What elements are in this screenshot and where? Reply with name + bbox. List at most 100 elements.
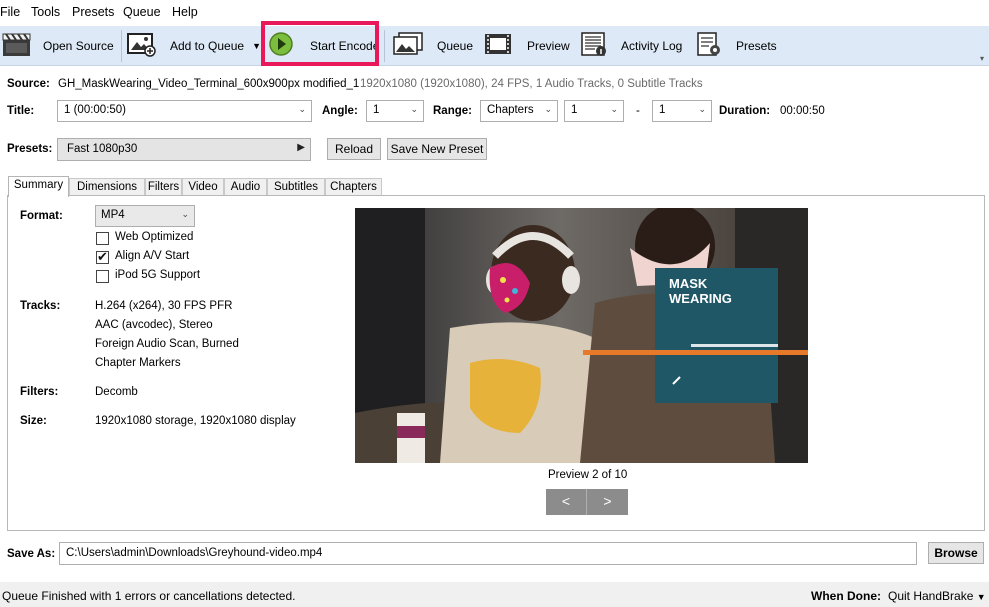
save-new-preset-button[interactable]: Save New Preset (387, 138, 487, 160)
align-av-checkbox[interactable] (96, 249, 109, 265)
source-name: GH_MaskWearing_Video_Terminal_600x900px … (58, 78, 360, 90)
tab-summary[interactable]: Summary (8, 176, 69, 197)
chevron-down-icon: ⌄ (410, 104, 418, 114)
menu-queue[interactable]: Queue (123, 5, 161, 19)
track-item: AAC (avcodec), Stereo (95, 319, 213, 331)
size-value: 1920x1080 storage, 1920x1080 display (95, 415, 296, 427)
dropdown-arrow-icon: ▼ (976, 592, 986, 602)
presets-row-label: Presets: (7, 143, 53, 155)
preset-selector[interactable]: Fast 1080p30 ▶ (57, 138, 311, 161)
chevron-down-icon: ⌄ (544, 104, 552, 114)
tab-audio[interactable]: Audio (224, 178, 267, 196)
web-optimized-checkbox[interactable] (96, 232, 109, 245)
add-to-queue-label: Add to Queue (170, 38, 245, 53)
menu-help[interactable]: Help (172, 5, 198, 19)
overlay-text-line1: MASK (669, 276, 708, 291)
angle-select[interactable]: 1 ⌄ (366, 100, 424, 122)
range-start-value: 1 (571, 104, 578, 116)
chevron-down-icon: ⌄ (610, 104, 618, 114)
toolbar-overflow-icon[interactable]: ▾ (980, 54, 984, 63)
save-as-label: Save As: (7, 548, 56, 560)
preview-caption: Preview 2 of 10 (548, 469, 628, 481)
ipod-label: iPod 5G Support (115, 269, 201, 281)
title-select-value: 1 (00:00:50) (64, 104, 127, 116)
angle-select-value: 1 (373, 104, 380, 116)
angle-label: Angle: (322, 105, 358, 117)
add-to-queue-button[interactable]: Add to Queue ▼ (126, 26, 261, 65)
chevron-down-icon: ⌄ (298, 104, 306, 114)
source-info: 1920x1080 (1920x1080), 24 FPS, 1 Audio T… (360, 78, 703, 90)
preset-selected-value: Fast 1080p30 (67, 143, 138, 155)
track-item: Foreign Audio Scan, Burned (95, 338, 239, 350)
queue-label: Queue (437, 38, 474, 53)
preview-label: Preview (527, 38, 570, 53)
preview-button[interactable]: Preview (484, 26, 572, 65)
chevron-right-icon: ▶ (297, 142, 305, 153)
duration-value: 00:00:50 (780, 105, 825, 117)
range-dash: - (636, 105, 640, 117)
chevron-down-icon: ⌄ (698, 104, 706, 114)
format-select[interactable]: MP4 ⌄ (95, 205, 195, 227)
track-item: H.264 (x264), 30 FPS PFR (95, 300, 233, 312)
log-document-icon (580, 31, 608, 60)
tab-video[interactable]: Video (182, 178, 224, 196)
presets-button[interactable]: Presets (695, 26, 780, 65)
source-label: Source: (7, 78, 50, 90)
add-image-icon (126, 31, 156, 60)
presets-document-icon (695, 31, 723, 60)
save-as-path-input[interactable]: C:\Users\admin\Downloads\Greyhound-video… (59, 542, 917, 565)
reload-button[interactable]: Reload (327, 138, 381, 160)
dropdown-arrow-icon[interactable]: ▼ (252, 41, 261, 51)
preview-next-button[interactable]: > (587, 489, 628, 515)
menu-presets[interactable]: Presets (72, 5, 114, 19)
chevron-down-icon: ⌄ (181, 209, 189, 219)
save-as-path-value: C:\Users\admin\Downloads\Greyhound-video… (66, 547, 323, 559)
tab-filters[interactable]: Filters (145, 178, 182, 196)
range-end-select[interactable]: 1 ⌄ (652, 100, 712, 122)
start-encode-highlight (261, 21, 379, 66)
menu-tools[interactable]: Tools (31, 5, 60, 19)
range-end-value: 1 (659, 104, 666, 116)
status-message: Queue Finished with 1 errors or cancella… (2, 589, 296, 603)
tab-subtitles[interactable]: Subtitles (267, 178, 325, 196)
format-label: Format: (20, 210, 63, 222)
toolbar: Open Source Add to Queue ▼ Start Encode (0, 21, 989, 66)
when-done-label: When Done: (811, 589, 881, 603)
range-start-select[interactable]: 1 ⌄ (564, 100, 624, 122)
activity-log-button[interactable]: Activity Log (580, 26, 688, 65)
tab-dimensions[interactable]: Dimensions (69, 178, 145, 196)
menu-bar: File Tools Presets Queue Help (0, 0, 989, 26)
menu-file[interactable]: File (0, 5, 20, 19)
title-select[interactable]: 1 (00:00:50) ⌄ (57, 100, 312, 122)
toolbar-separator (384, 30, 385, 62)
duration-label: Duration: (719, 105, 771, 117)
tracks-label: Tracks: (20, 300, 61, 312)
queue-button[interactable]: Queue (392, 26, 477, 65)
film-icon (484, 31, 512, 60)
overlay-text-line2: WEARING (669, 291, 732, 306)
track-item: Chapter Markers (95, 357, 181, 369)
web-optimized-label: Web Optimized (115, 231, 194, 243)
title-label: Title: (7, 105, 35, 117)
ipod-checkbox[interactable] (96, 270, 109, 283)
align-av-label: Align A/V Start (115, 250, 190, 262)
preview-prev-button[interactable]: < (546, 489, 587, 515)
when-done-select[interactable]: Quit HandBrake ▼ (888, 589, 988, 605)
filters-value: Decomb (95, 386, 138, 398)
range-type-value: Chapters (487, 104, 534, 116)
presets-label: Presets (736, 38, 777, 53)
tab-chapters[interactable]: Chapters (325, 178, 382, 196)
queue-images-icon (392, 31, 424, 60)
size-label: Size: (20, 415, 47, 427)
clapperboard-icon (2, 31, 32, 60)
activity-log-label: Activity Log (621, 38, 683, 53)
range-type-select[interactable]: Chapters ⌄ (480, 100, 558, 122)
open-source-label: Open Source (43, 38, 114, 53)
format-select-value: MP4 (101, 209, 125, 221)
preview-scene-illustration: MASK WEARING (355, 208, 808, 463)
toolbar-separator (121, 30, 122, 62)
browse-button[interactable]: Browse (928, 542, 984, 564)
range-label: Range: (433, 105, 472, 117)
open-source-button[interactable]: Open Source (0, 26, 120, 65)
filters-label: Filters: (20, 386, 59, 398)
